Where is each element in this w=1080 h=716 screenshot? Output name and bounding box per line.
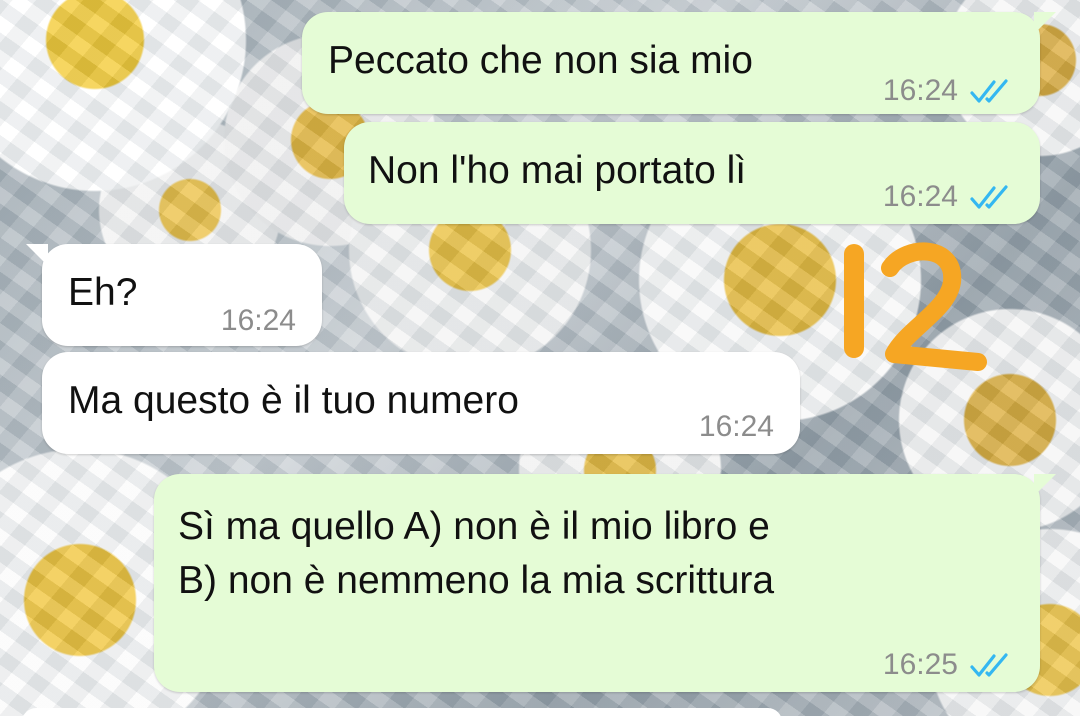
message-bubble-outgoing[interactable]: Non l'ho mai portato lì 16:24 xyxy=(344,122,1040,224)
chat-view[interactable]: Peccato che non sia mio 16:24 Non l'ho m… xyxy=(0,0,1080,716)
message-text-line-1: Sì ma quello A) non è il mio libro e xyxy=(178,505,770,548)
message-time: 16:25 xyxy=(882,648,958,681)
message-text: Peccato che non sia mio xyxy=(328,39,753,82)
message-bubble-incoming[interactable]: Eh? 16:24 xyxy=(26,244,322,348)
message-text: Ma questo è il tuo numero xyxy=(68,379,519,422)
message-time: 16:24 xyxy=(698,410,774,443)
double-check-read-icon xyxy=(970,79,1008,103)
double-check-read-icon xyxy=(970,185,1008,209)
bubble-tail xyxy=(1034,474,1056,496)
message-bubble-outgoing[interactable]: Sì ma quello A) non è il mio libro e B) … xyxy=(154,474,1056,692)
message-bubble-outgoing[interactable]: Peccato che non sia mio 16:24 xyxy=(302,12,1056,114)
message-meta: 16:25 xyxy=(883,638,1016,692)
message-text-line-2: B) non è nemmeno la mia scrittura xyxy=(178,559,775,602)
handwritten-number-12 xyxy=(844,242,987,371)
bubble-tail xyxy=(1034,12,1056,34)
message-time: 16:24 xyxy=(882,180,958,213)
next-message-bubble-partial xyxy=(22,708,782,716)
message-text: Non l'ho mai portato lì xyxy=(368,149,747,192)
bubble-tail xyxy=(26,244,48,266)
message-time: 16:24 xyxy=(882,74,958,107)
message-time: 16:24 xyxy=(220,304,296,337)
double-check-read-icon xyxy=(970,653,1008,677)
message-meta: 16:24 xyxy=(699,400,774,454)
message-meta: 16:24 xyxy=(221,294,296,348)
message-bubble-incoming[interactable]: Ma questo è il tuo numero 16:24 xyxy=(42,352,800,454)
message-text: Eh? xyxy=(68,271,138,314)
message-meta: 16:24 xyxy=(883,170,1016,224)
message-meta: 16:24 xyxy=(883,64,1016,118)
